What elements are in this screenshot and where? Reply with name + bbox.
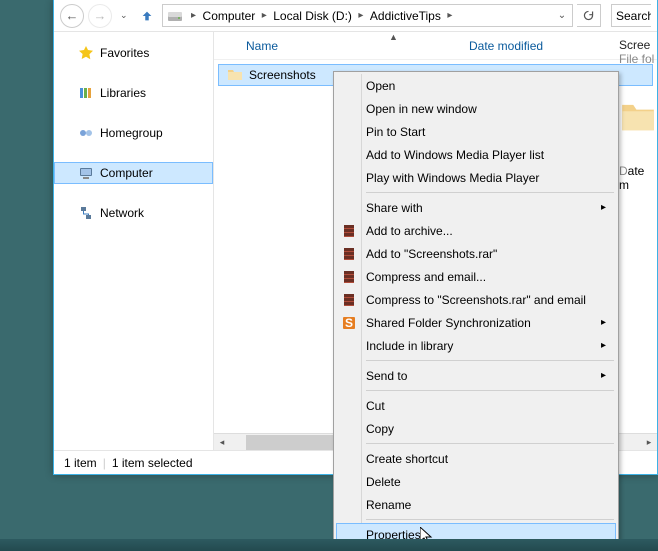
- scroll-right-icon[interactable]: ▸: [641, 437, 657, 448]
- ctx-add-archive-named[interactable]: Add to "Screenshots.rar": [336, 242, 616, 265]
- forward-button[interactable]: →: [88, 4, 112, 28]
- address-dropdown[interactable]: ⌄: [554, 10, 570, 21]
- taskbar[interactable]: [0, 539, 658, 551]
- ctx-delete[interactable]: Delete: [336, 470, 616, 493]
- search-input[interactable]: Search: [611, 4, 651, 27]
- status-count: 1 item: [64, 456, 97, 470]
- sort-indicator-icon: ▲: [389, 32, 398, 42]
- ctx-share-with[interactable]: Share with▸: [336, 196, 616, 219]
- address-bar[interactable]: ▸ Computer▸ Local Disk (D:)▸ AddictiveTi…: [162, 4, 573, 27]
- computer-icon: [78, 165, 94, 181]
- ctx-open[interactable]: Open: [336, 74, 616, 97]
- network-icon: [78, 205, 94, 221]
- submenu-arrow-icon: ▸: [601, 340, 606, 351]
- nav-label: Homegroup: [100, 126, 163, 140]
- ctx-rename[interactable]: Rename: [336, 493, 616, 516]
- nav-libraries[interactable]: Libraries: [54, 82, 213, 104]
- svg-text:S: S: [345, 316, 353, 330]
- navigation-pane: Favorites Libraries Homegroup Computer N…: [54, 32, 214, 450]
- submenu-arrow-icon: ▸: [601, 202, 606, 213]
- context-menu: Open Open in new window Pin to Start Add…: [333, 71, 619, 549]
- folder-icon: [227, 67, 243, 83]
- file-name: Screenshots: [249, 68, 316, 82]
- archive-icon: [341, 246, 357, 262]
- submenu-arrow-icon: ▸: [601, 317, 606, 328]
- refresh-button[interactable]: [577, 4, 601, 27]
- scroll-thumb[interactable]: [246, 435, 346, 450]
- nav-network[interactable]: Network: [54, 202, 213, 224]
- nav-label: Computer: [100, 166, 153, 180]
- archive-icon: [341, 223, 357, 239]
- breadcrumb-sep-root[interactable]: ▸: [187, 5, 201, 26]
- history-dropdown[interactable]: ⌄: [116, 10, 132, 21]
- preview-pane: Scree File fol Date m: [615, 32, 657, 212]
- ctx-wmp-add[interactable]: Add to Windows Media Player list: [336, 143, 616, 166]
- homegroup-icon: [78, 125, 94, 141]
- breadcrumb-computer[interactable]: Computer▸: [201, 5, 272, 26]
- nav-label: Favorites: [100, 46, 149, 60]
- ctx-create-shortcut[interactable]: Create shortcut: [336, 447, 616, 470]
- ctx-add-archive[interactable]: Add to archive...: [336, 219, 616, 242]
- up-button[interactable]: [136, 5, 158, 27]
- status-selected: 1 item selected: [112, 456, 193, 470]
- column-headers: ▲ Name Date modified: [214, 32, 657, 60]
- ctx-wmp-play[interactable]: Play with Windows Media Player: [336, 166, 616, 189]
- ctx-open-new-window[interactable]: Open in new window: [336, 97, 616, 120]
- scroll-left-icon[interactable]: ◂: [214, 437, 230, 448]
- back-button[interactable]: ←: [60, 4, 84, 28]
- ctx-copy[interactable]: Copy: [336, 417, 616, 440]
- preview-title: Scree: [619, 38, 657, 52]
- ctx-cut[interactable]: Cut: [336, 394, 616, 417]
- drive-icon: [167, 8, 183, 24]
- column-name[interactable]: Name: [214, 39, 469, 53]
- archive-icon: [341, 292, 357, 308]
- nav-label: Network: [100, 206, 144, 220]
- toolbar: ← → ⌄ ▸ Computer▸ Local Disk (D:)▸ Addic…: [54, 0, 657, 32]
- libraries-icon: [78, 85, 94, 101]
- ctx-send-to[interactable]: Send to▸: [336, 364, 616, 387]
- archive-icon: [341, 269, 357, 285]
- breadcrumb-drive[interactable]: Local Disk (D:)▸: [271, 5, 368, 26]
- ctx-include-library[interactable]: Include in library▸: [336, 334, 616, 357]
- submenu-arrow-icon: ▸: [601, 370, 606, 381]
- nav-computer[interactable]: Computer: [54, 162, 213, 184]
- preview-date-label: Date m: [619, 164, 657, 192]
- preview-type: File fol: [619, 52, 657, 66]
- sync-icon: S: [341, 315, 357, 331]
- ctx-compress-named-email[interactable]: Compress to "Screenshots.rar" and email: [336, 288, 616, 311]
- star-icon: [78, 45, 94, 61]
- breadcrumb-folder[interactable]: AddictiveTips▸: [368, 5, 457, 26]
- ctx-shared-folder-sync[interactable]: S Shared Folder Synchronization▸: [336, 311, 616, 334]
- nav-label: Libraries: [100, 86, 146, 100]
- folder-large-icon: [619, 86, 657, 146]
- ctx-pin-to-start[interactable]: Pin to Start: [336, 120, 616, 143]
- ctx-compress-email[interactable]: Compress and email...: [336, 265, 616, 288]
- nav-homegroup[interactable]: Homegroup: [54, 122, 213, 144]
- nav-favorites[interactable]: Favorites: [54, 42, 213, 64]
